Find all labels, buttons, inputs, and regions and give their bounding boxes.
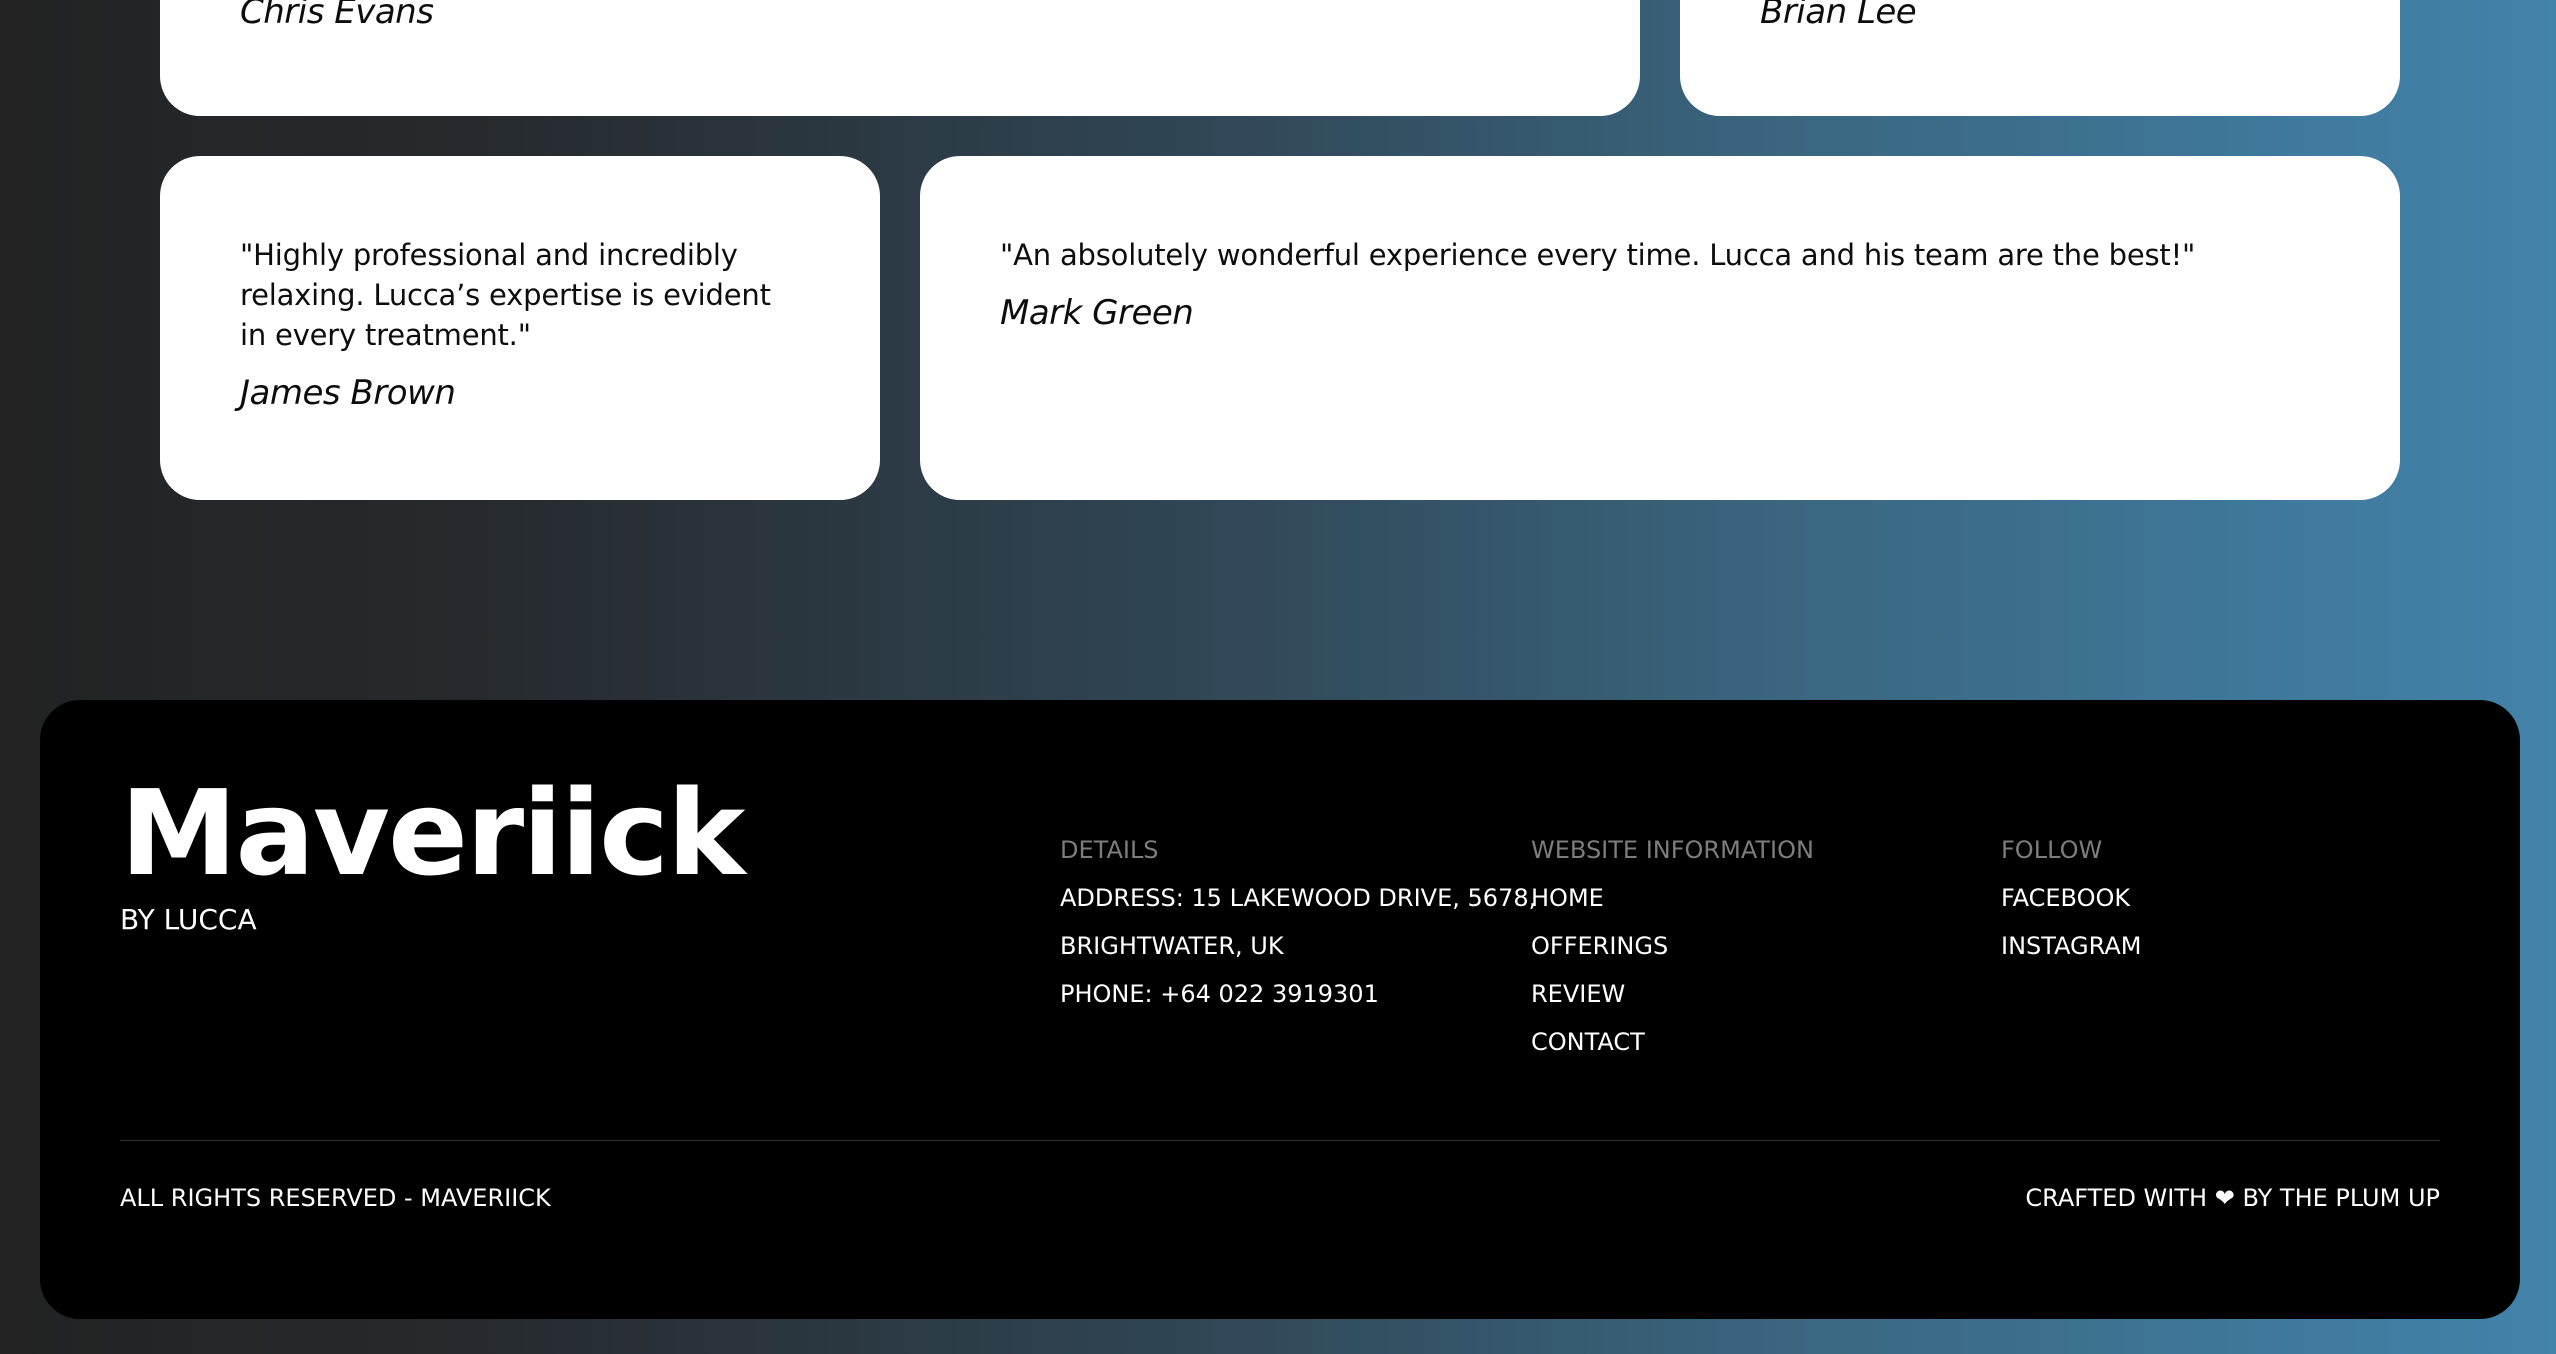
footer-credits[interactable]: CRAFTED WITH ❤ BY THE PLUM UP xyxy=(2025,1178,2440,1218)
testimonial-quote: "An absolutely wonderful experience ever… xyxy=(1000,238,2196,272)
footer-link-contact[interactable]: CONTACT xyxy=(1531,1018,1814,1066)
testimonial-card: "An absolutely wonderful experience ever… xyxy=(920,156,2400,500)
footer-link-facebook[interactable]: FACEBOOK xyxy=(2001,874,2141,922)
footer-address-line: ADDRESS: 15 LAKEWOOD DRIVE, 5678, xyxy=(1060,884,1537,912)
footer-credits-prefix: CRAFTED WITH xyxy=(2025,1184,2208,1212)
testimonial-card: Chris Evans xyxy=(160,0,1640,116)
footer-details-heading: DETAILS xyxy=(1060,836,1159,864)
footer-brand-logo[interactable]: Maveriick xyxy=(120,768,746,898)
footer-phone[interactable]: PHONE: +64 022 3919301 xyxy=(1060,970,1536,1018)
footer-follow-column: FOLLOW FACEBOOK INSTAGRAM xyxy=(2001,826,2141,970)
footer-link-review[interactable]: REVIEW xyxy=(1531,970,1814,1018)
testimonial-quote: "Highly professional and incredibly rela… xyxy=(240,238,771,352)
footer-link-offerings[interactable]: OFFERINGS xyxy=(1531,922,1814,970)
testimonial-author: James Brown xyxy=(240,373,456,413)
testimonial-author: Chris Evans xyxy=(240,0,434,32)
footer-website-column: WEBSITE INFORMATION HOME OFFERINGS REVIE… xyxy=(1531,826,1814,1066)
footer-website-heading: WEBSITE INFORMATION xyxy=(1531,836,1814,864)
footer-copyright: ALL RIGHTS RESERVED - MAVERIICK xyxy=(120,1184,551,1212)
site-footer: Maveriick BY LUCCA DETAILS ADDRESS: 15 L… xyxy=(40,700,2520,1319)
testimonial-author: Mark Green xyxy=(1000,293,1194,333)
footer-divider xyxy=(120,1140,2440,1141)
footer-credits-suffix: BY THE PLUM UP xyxy=(2242,1184,2440,1212)
heart-icon: ❤ xyxy=(2214,1184,2235,1212)
footer-details-column: DETAILS ADDRESS: 15 LAKEWOOD DRIVE, 5678… xyxy=(1060,826,1536,1018)
footer-link-instagram[interactable]: INSTAGRAM xyxy=(2001,922,2141,970)
testimonial-card: "Highly professional and incredibly rela… xyxy=(160,156,880,500)
footer-byline: BY LUCCA xyxy=(120,903,257,936)
footer-address-line: BRIGHTWATER, UK xyxy=(1060,932,1284,960)
footer-follow-heading: FOLLOW xyxy=(2001,836,2103,864)
footer-link-home[interactable]: HOME xyxy=(1531,874,1814,922)
testimonial-author: Brian Lee xyxy=(1760,0,1917,32)
testimonial-card: Brian Lee xyxy=(1680,0,2400,116)
